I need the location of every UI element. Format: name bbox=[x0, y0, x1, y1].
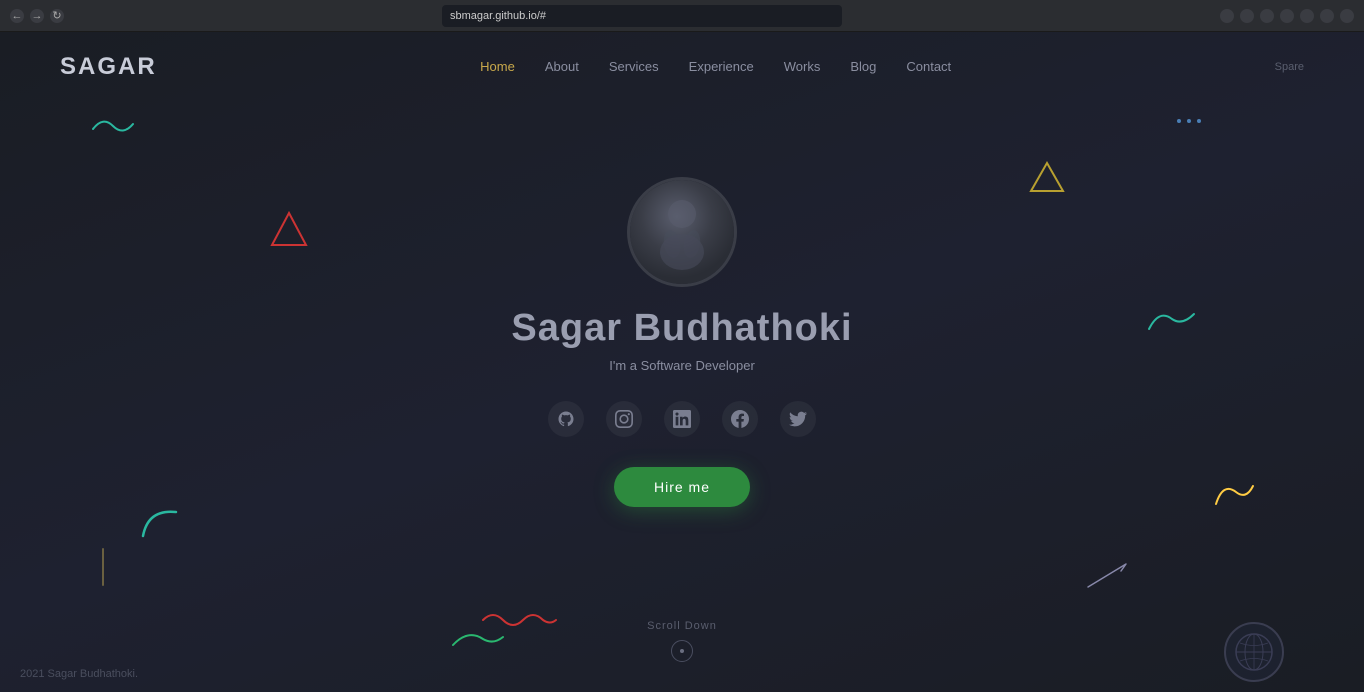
website-content: SAGAR Home About Services Experience Wor… bbox=[0, 32, 1364, 692]
scroll-dot bbox=[680, 649, 684, 653]
browser-ext-icon-1[interactable] bbox=[1220, 9, 1234, 23]
main-nav: SAGAR Home About Services Experience Wor… bbox=[0, 32, 1364, 102]
linkedin-social-icon[interactable] bbox=[664, 401, 700, 437]
social-icons bbox=[548, 401, 816, 437]
nav-spare-label: Spare bbox=[1275, 61, 1304, 73]
hire-me-button[interactable]: Hire me bbox=[614, 467, 750, 507]
nav-item-home[interactable]: Home bbox=[480, 58, 515, 76]
address-bar[interactable]: sbmagar.github.io/# bbox=[442, 5, 842, 27]
nav-logo[interactable]: SAGAR bbox=[60, 53, 157, 81]
scroll-down-section: Scroll Down bbox=[647, 620, 717, 662]
hero-section: Sagar Budhathoki I'm a Software Develope… bbox=[0, 32, 1364, 692]
browser-ext-icon-2[interactable] bbox=[1240, 9, 1254, 23]
browser-icons-right bbox=[1220, 9, 1354, 23]
nav-links: Home About Services Experience Works Blo… bbox=[480, 58, 951, 76]
browser-controls: ← → ↻ bbox=[10, 9, 64, 23]
nav-item-blog[interactable]: Blog bbox=[850, 58, 876, 76]
twitter-social-icon[interactable] bbox=[780, 401, 816, 437]
github-social-icon[interactable] bbox=[548, 401, 584, 437]
browser-menu-icon[interactable] bbox=[1340, 9, 1354, 23]
nav-link-experience[interactable]: Experience bbox=[689, 59, 754, 74]
refresh-button[interactable]: ↻ bbox=[50, 9, 64, 23]
avatar bbox=[627, 177, 737, 287]
nav-item-about[interactable]: About bbox=[545, 58, 579, 76]
browser-ext-icon-5[interactable] bbox=[1300, 9, 1314, 23]
hero-name: Sagar Budhathoki bbox=[511, 307, 852, 350]
nav-link-home[interactable]: Home bbox=[480, 59, 515, 74]
browser-ext-icon-4[interactable] bbox=[1280, 9, 1294, 23]
avatar-silhouette bbox=[630, 180, 734, 284]
nav-item-works[interactable]: Works bbox=[784, 58, 821, 76]
nav-item-services[interactable]: Services bbox=[609, 58, 659, 76]
url-text: sbmagar.github.io/# bbox=[450, 10, 546, 22]
hero-subtitle: I'm a Software Developer bbox=[609, 358, 755, 373]
facebook-social-icon[interactable] bbox=[722, 401, 758, 437]
back-button[interactable]: ← bbox=[10, 9, 24, 23]
nav-link-about[interactable]: About bbox=[545, 59, 579, 74]
browser-ext-icon-3[interactable] bbox=[1260, 9, 1274, 23]
nav-link-contact[interactable]: Contact bbox=[906, 59, 951, 74]
nav-item-contact[interactable]: Contact bbox=[906, 58, 951, 76]
subtitle-prefix: I'm a bbox=[609, 358, 640, 373]
nav-link-services[interactable]: Services bbox=[609, 59, 659, 74]
browser-ext-icon-6[interactable] bbox=[1320, 9, 1334, 23]
nav-link-works[interactable]: Works bbox=[784, 59, 821, 74]
nav-item-experience[interactable]: Experience bbox=[689, 58, 754, 76]
scroll-circle[interactable] bbox=[671, 640, 693, 662]
nav-link-blog[interactable]: Blog bbox=[850, 59, 876, 74]
browser-chrome: ← → ↻ sbmagar.github.io/# bbox=[0, 0, 1364, 32]
instagram-social-icon[interactable] bbox=[606, 401, 642, 437]
subtitle-role: Software Developer bbox=[641, 358, 755, 373]
scroll-down-text: Scroll Down bbox=[647, 620, 717, 632]
forward-button[interactable]: → bbox=[30, 9, 44, 23]
